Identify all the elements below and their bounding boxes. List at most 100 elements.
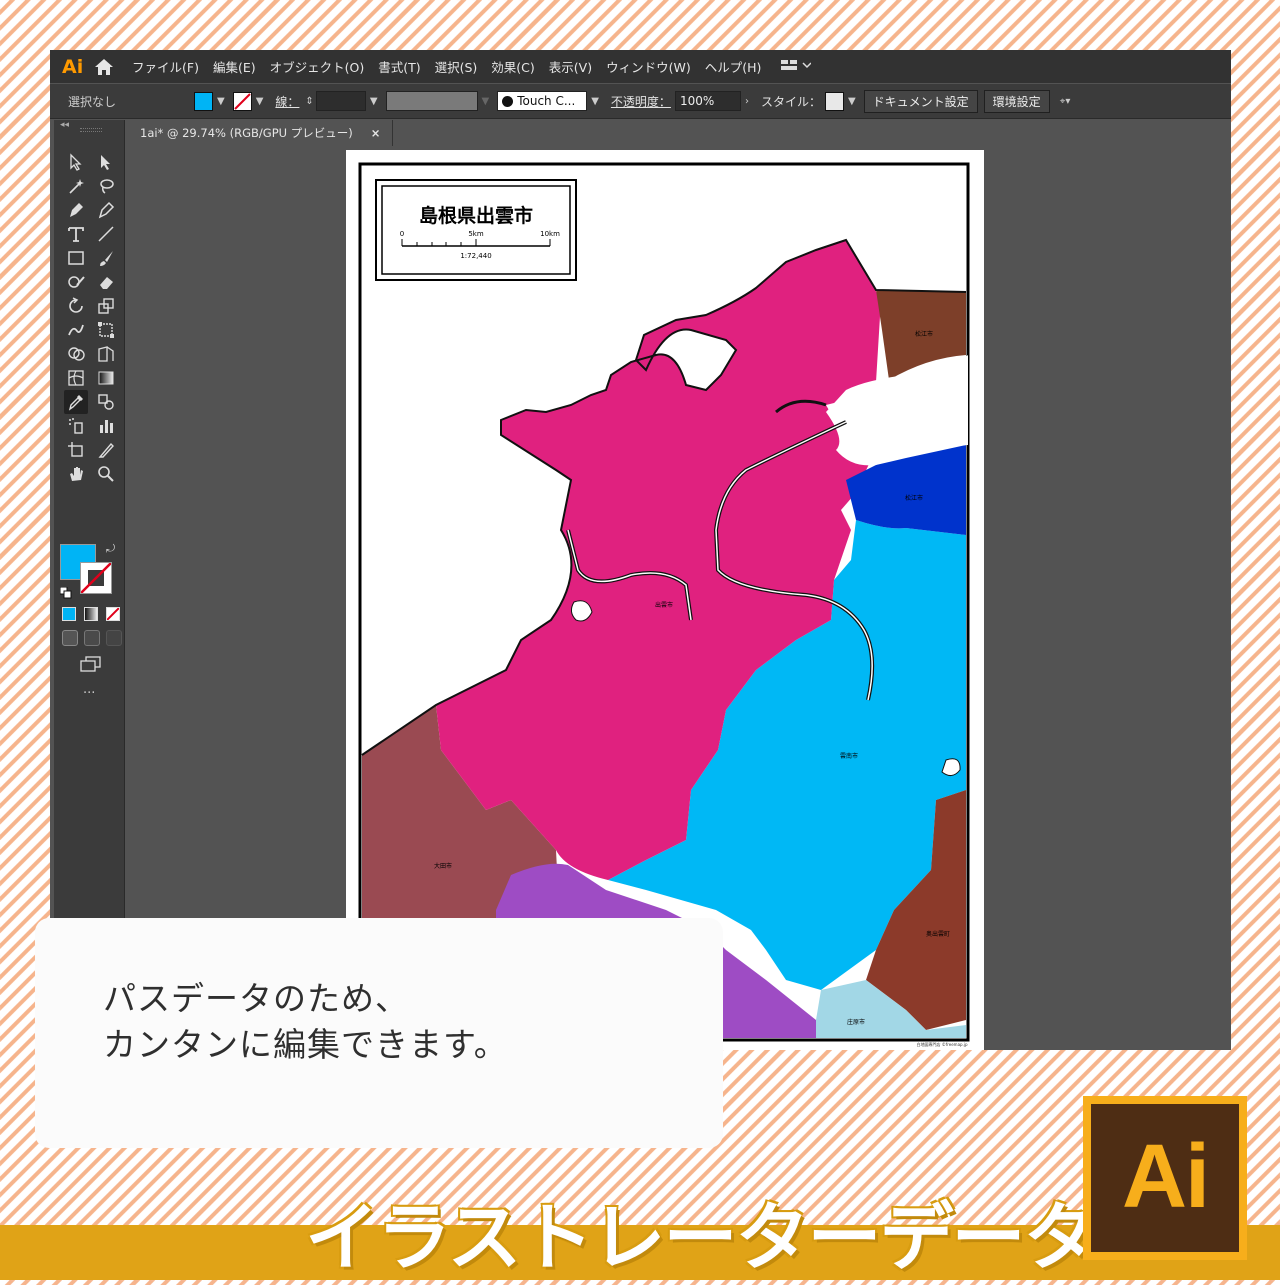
- selection-status: 選択なし: [68, 94, 117, 109]
- column-graph-icon[interactable]: [94, 414, 118, 438]
- ai-badge-text: Ai: [1122, 1127, 1210, 1227]
- swap-colors-icon[interactable]: ⤾: [106, 542, 115, 556]
- pen-tool-icon[interactable]: [64, 198, 88, 222]
- preferences-button[interactable]: 環境設定: [983, 89, 1050, 113]
- chevron-down-icon[interactable]: ▼: [848, 96, 856, 107]
- chevron-down-icon[interactable]: ▼: [217, 96, 225, 107]
- line-tool-icon[interactable]: [94, 222, 118, 246]
- selection-tool-icon[interactable]: [64, 150, 88, 174]
- artboard[interactable]: 島根県出雲市 0 5km 10km 1:72,440 松江市 松江市 出雲市 雲…: [346, 150, 984, 1050]
- eyedropper-icon[interactable]: [64, 390, 88, 414]
- banner-title: イラストレーターデータ: [305, 1195, 1098, 1281]
- slice-tool-icon[interactable]: [94, 438, 118, 462]
- color-mode-icon[interactable]: [62, 607, 76, 621]
- zoom-tool-icon[interactable]: [94, 462, 118, 486]
- none-mode-icon[interactable]: [106, 607, 120, 621]
- label-izumo: 出雲市: [655, 601, 673, 609]
- variable-width-field[interactable]: [385, 91, 478, 111]
- menu-bar: Ai ファイル(F) 編集(E) オブジェクト(O) 書式(T) 選択(S) 効…: [50, 50, 1231, 83]
- rotate-tool-icon[interactable]: [64, 294, 88, 318]
- shaper-tool-icon[interactable]: [64, 270, 88, 294]
- direct-selection-tool-icon[interactable]: [94, 150, 118, 174]
- chevron-right-icon[interactable]: ›: [745, 96, 749, 107]
- close-icon[interactable]: ×: [371, 126, 381, 140]
- tools-panel: ◂◂ ⤾ ...: [54, 120, 125, 1050]
- menu-file[interactable]: ファイル(F): [132, 57, 199, 76]
- fill-swatch[interactable]: [194, 91, 213, 111]
- document-setup-button[interactable]: ドキュメント設定: [863, 89, 978, 113]
- stroke-color-box[interactable]: [80, 562, 112, 594]
- menu-effect[interactable]: 効果(C): [491, 57, 534, 76]
- scale-ratio: 1:72,440: [460, 252, 491, 260]
- free-transform-icon[interactable]: [94, 318, 118, 342]
- workspace-switcher-icon[interactable]: [781, 58, 812, 75]
- chevron-down-icon[interactable]: ▼: [591, 96, 599, 107]
- callout-box: パスデータのため、 カンタンに編集できます。: [35, 918, 723, 1148]
- tab-document-title: 1ai* @ 29.74% (RGB/GPU プレビュー): [140, 126, 353, 140]
- style-swatch[interactable]: [824, 91, 844, 111]
- stepper-icon[interactable]: ⇕: [305, 96, 313, 107]
- menu-select[interactable]: 選択(S): [435, 57, 478, 76]
- chevron-down-icon[interactable]: ▼: [370, 96, 378, 107]
- color-mode-row: [62, 607, 120, 621]
- collapse-icon[interactable]: ◂◂: [60, 120, 69, 130]
- draw-normal-icon[interactable]: [62, 630, 78, 646]
- menu-view[interactable]: 表示(V): [549, 57, 592, 76]
- label-okuizumo: 奥出雲町: [926, 930, 950, 938]
- label-shobara: 庄原市: [847, 1018, 865, 1026]
- symbol-sprayer-icon[interactable]: [64, 414, 88, 438]
- warp-tool-icon[interactable]: [64, 318, 88, 342]
- curvature-tool-icon[interactable]: [94, 198, 118, 222]
- screen-mode-icon[interactable]: [80, 656, 102, 676]
- magic-wand-icon[interactable]: [64, 174, 88, 198]
- eraser-icon[interactable]: [94, 270, 118, 294]
- stroke-weight-field[interactable]: [315, 91, 366, 111]
- tab-document[interactable]: 1ai* @ 29.74% (RGB/GPU プレビュー) ×: [128, 120, 394, 146]
- mesh-tool-icon[interactable]: [64, 366, 88, 390]
- type-tool-icon[interactable]: [64, 222, 88, 246]
- menu-object[interactable]: オブジェクト(O): [270, 57, 365, 76]
- scale-tick-5km: 5km: [468, 230, 484, 238]
- align-options-icon[interactable]: ⌖▾: [1060, 96, 1071, 107]
- panel-grip[interactable]: [80, 128, 102, 132]
- artboard-tool-icon[interactable]: [64, 438, 88, 462]
- menu-window[interactable]: ウィンドウ(W): [606, 57, 691, 76]
- scale-tool-icon[interactable]: [94, 294, 118, 318]
- map-artwork[interactable]: 島根県出雲市 0 5km 10km 1:72,440 松江市 松江市 出雲市 雲…: [346, 150, 984, 1050]
- lasso-icon[interactable]: [94, 174, 118, 198]
- rectangle-tool-icon[interactable]: [64, 246, 88, 270]
- shape-builder-icon[interactable]: [64, 342, 88, 366]
- more-tools-icon[interactable]: ...: [83, 682, 95, 697]
- callout-line-2: カンタンに編集できます。: [103, 1025, 508, 1064]
- chevron-down-icon[interactable]: ▼: [256, 96, 264, 107]
- chevron-down-icon[interactable]: ▼: [482, 96, 490, 107]
- opacity-field[interactable]: 100%: [674, 91, 741, 111]
- map-title: 島根県出雲市: [419, 204, 533, 227]
- default-colors-icon[interactable]: [59, 584, 72, 603]
- label-oda: 大田市: [434, 862, 452, 870]
- illustrator-window: Ai ファイル(F) 編集(E) オブジェクト(O) 書式(T) 選択(S) 効…: [50, 50, 1231, 1050]
- gradient-tool-icon[interactable]: [94, 366, 118, 390]
- stroke-swatch[interactable]: [232, 91, 252, 111]
- home-icon[interactable]: [94, 58, 114, 76]
- draw-inside-icon[interactable]: [106, 630, 122, 646]
- opacity-label: 不透明度：: [610, 94, 671, 109]
- menu-edit[interactable]: 編集(E): [213, 57, 256, 76]
- perspective-grid-icon[interactable]: [94, 342, 118, 366]
- menu-type[interactable]: 書式(T): [378, 57, 420, 76]
- tool-grid: [64, 150, 118, 486]
- document-tabs: 1ai* @ 29.74% (RGB/GPU プレビュー) ×: [128, 120, 394, 146]
- paintbrush-icon[interactable]: [94, 246, 118, 270]
- gradient-mode-icon[interactable]: [84, 607, 98, 621]
- label-matsue-east: 松江市: [905, 494, 923, 502]
- pasteboard[interactable]: [984, 148, 1231, 1050]
- brush-definition[interactable]: Touch C...: [497, 91, 588, 111]
- scale-tick-10km: 10km: [540, 230, 560, 238]
- hand-tool-icon[interactable]: [64, 462, 88, 486]
- draw-mode-row: [62, 630, 122, 646]
- draw-behind-icon[interactable]: [84, 630, 100, 646]
- blend-tool-icon[interactable]: [94, 390, 118, 414]
- style-label: スタイル：: [760, 94, 821, 109]
- scale-tick-0: 0: [400, 230, 404, 238]
- menu-help[interactable]: ヘルプ(H): [705, 57, 762, 76]
